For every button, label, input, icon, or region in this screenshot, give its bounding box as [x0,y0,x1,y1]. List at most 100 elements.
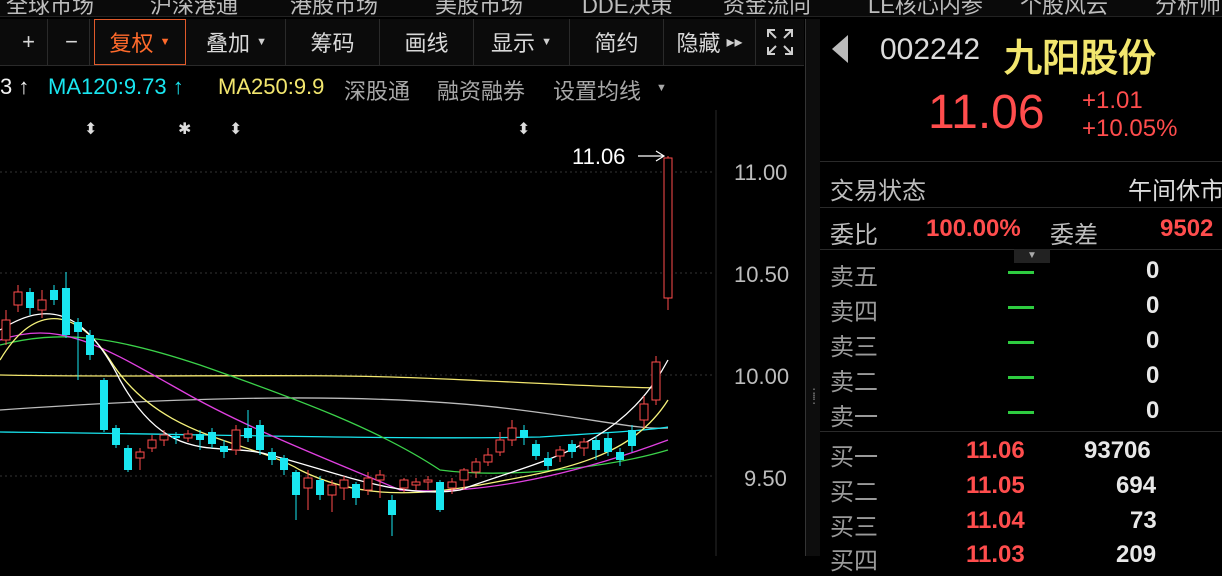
huaxian-label: 画线 [404,31,449,56]
event-marker[interactable]: ⬍ [517,119,530,138]
empty-price-dash [1008,271,1034,274]
buy2-volume: 694 [1116,472,1157,499]
event-marker[interactable]: ✱ [178,119,191,138]
candle-body [280,458,288,470]
empty-price-dash [1008,376,1034,379]
candle-body [447,481,457,489]
chouma-button[interactable]: 筹码 [286,19,380,65]
candle-body [471,461,481,473]
candle-body [327,484,337,496]
candle-body [375,474,385,481]
y-tick-label: 9.50 [744,466,787,491]
price-change: +1.01 [1082,87,1143,114]
ma-settings-link[interactable]: 设置均线 [553,74,641,106]
kline-chart[interactable]: ⬍ ✱ ⬍ ⬍ 11.06 11.00 10.50 10.00 9.50 [0,110,804,556]
tab-hk-connect[interactable]: 沪深港通 [150,0,238,16]
yincang-button[interactable]: 隐藏 ▸▸ [664,19,756,65]
candle-body [1,319,11,341]
empty-price-dash [1008,306,1034,309]
sell1-label: 卖一 [830,404,878,431]
candle-body [100,380,108,430]
double-chevron-right-icon: ▸▸ [726,34,743,51]
tab-dde[interactable]: DDE决策 [582,0,672,16]
ma120-value: MA120:9.73 ↑ [48,74,184,99]
price-change-pct: +10.05% [1082,115,1178,142]
tab-global-market[interactable]: 全球市场 [6,0,94,16]
event-markers: ⬍ ✱ ⬍ ⬍ [84,119,530,138]
candle-body [220,446,228,452]
buy3-price: 11.04 [966,507,1025,534]
sell1-volume: 0 [1146,397,1160,424]
collapse-chevron-icon[interactable]: ▼ [1014,249,1050,263]
panel-splitter[interactable] [805,19,821,556]
candle-body [459,469,469,481]
ma250-line [0,374,661,389]
buy2-label: 买二 [830,479,878,506]
candle-body [112,428,120,445]
candle-body [303,477,313,489]
candle-body [532,444,540,456]
candle-body [86,335,94,355]
diejia-label: 叠加 [206,31,251,56]
candle-body [579,441,589,449]
event-marker[interactable]: ⬍ [229,119,242,138]
jianyue-button[interactable]: 简约 [570,19,664,65]
back-arrow-icon[interactable] [832,35,848,63]
empty-price-dash [1008,411,1034,414]
zoom-out-button[interactable]: − [54,19,90,65]
tab-hk-market[interactable]: 港股市场 [290,0,378,16]
y-tick-label: 10.00 [734,364,789,389]
chevron-down-icon: ▼ [256,36,267,48]
tab-fund-flow[interactable]: 资金流向 [723,0,811,16]
candle-body [363,477,373,491]
divider [820,431,1222,432]
candle-body [663,157,673,299]
weicha-label: 委差 [1050,222,1098,249]
xianshi-label: 显示 [491,31,536,56]
tab-le-insider[interactable]: LE核心内参 [868,0,983,16]
candle-body [292,472,300,495]
fullscreen-button[interactable] [758,19,802,65]
current-price: 11.06 [928,86,1045,139]
buy1-price: 11.06 [966,437,1025,464]
candle-body [388,500,396,515]
diejia-dropdown[interactable]: 叠加 ▼ [188,19,286,65]
fuquan-dropdown[interactable]: 复权 ▼ [94,19,186,65]
tab-analyst[interactable]: 分析师 [1155,0,1221,16]
candle-body [544,458,552,466]
event-marker[interactable]: ⬍ [84,119,97,138]
candle-body [568,444,576,452]
tab-us-market[interactable]: 美股市场 [435,0,523,16]
huaxian-button[interactable]: 画线 [380,19,474,65]
weibi-label: 委比 [830,222,878,249]
candle-body [208,432,216,444]
candle-body [555,449,565,457]
chevron-down-icon: ▼ [656,82,667,94]
buy4-label: 买四 [830,548,878,575]
candle-body [183,433,193,439]
stock-name: 九阳股份 [1004,38,1157,80]
candle-body [231,429,241,451]
candle-body [604,438,612,452]
plus-icon: + [22,29,35,54]
candle-body [147,439,157,449]
candle-body [62,288,70,335]
candle-body [507,427,517,441]
y-axis-ticks: 11.00 10.50 10.00 9.50 [734,160,789,491]
candle-body [520,430,528,438]
splitter-grip-icon: ⋮ ⋮ [808,386,820,406]
candle-body [423,479,433,483]
ma-prev-value: 3 ↑ [0,74,30,99]
chevron-down-icon: ▼ [159,36,171,48]
zoom-in-button[interactable]: + [10,19,48,65]
candle-body [74,322,82,332]
tab-stock-news[interactable]: 个股风云 [1020,0,1108,16]
candle-body [256,425,264,450]
rongzi-link[interactable]: 融资融券 [437,74,525,106]
weibi-value: 100.00% [926,215,1021,242]
candle-body [339,479,349,489]
shengutong-link[interactable]: 深股通 [344,74,410,106]
xianshi-dropdown[interactable]: 显示 ▼ [474,19,570,65]
trade-status-label: 交易状态 [830,178,926,205]
candle-body [135,451,145,459]
